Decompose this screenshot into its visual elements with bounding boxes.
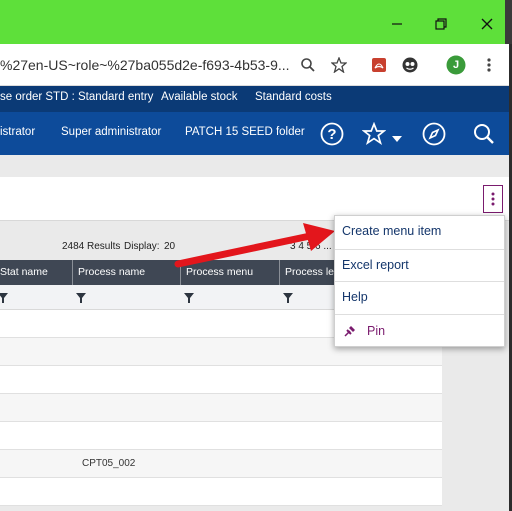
display-label: Display: bbox=[124, 241, 160, 252]
results-count: 2484 Results bbox=[62, 241, 121, 252]
nav-item-available-stock[interactable]: Available stock bbox=[161, 91, 238, 103]
help-icon[interactable]: ? bbox=[319, 121, 345, 147]
role-label[interactable]: istrator bbox=[0, 126, 35, 138]
menu-divider bbox=[335, 314, 504, 315]
extension-icon[interactable] bbox=[399, 54, 421, 76]
screen: %27en-US~role~%27ba055d2e-f693-4b53-9...… bbox=[0, 0, 512, 511]
favorites-dropdown-icon[interactable] bbox=[389, 121, 405, 147]
column-header-stat-name[interactable]: Stat name bbox=[0, 266, 48, 278]
column-header-process-name[interactable]: Process name bbox=[78, 266, 145, 278]
filter-icon[interactable] bbox=[282, 292, 294, 304]
annotation-arrow bbox=[174, 223, 335, 268]
favorites-star-icon[interactable] bbox=[361, 121, 387, 147]
nav-item-standard-costs[interactable]: Standard costs bbox=[255, 91, 332, 103]
menu-item-label: Pin bbox=[367, 324, 386, 338]
menu-item-label: Help bbox=[342, 290, 368, 304]
profile-initial: J bbox=[452, 59, 460, 71]
table-row[interactable] bbox=[0, 422, 442, 450]
kebab-icon bbox=[491, 192, 495, 206]
cell-process-name: CPT05_002 bbox=[82, 458, 136, 469]
menu-item-create-menu-item[interactable]: Create menu item bbox=[335, 216, 504, 246]
profile-avatar[interactable]: J bbox=[445, 54, 467, 76]
filter-icon[interactable] bbox=[183, 292, 195, 304]
top-nav-bar: se order STD : Standard entry Available … bbox=[0, 86, 509, 112]
menu-item-label: Excel report bbox=[342, 258, 409, 272]
filter-icon[interactable] bbox=[0, 292, 9, 304]
address-bar: %27en-US~role~%27ba055d2e-f693-4b53-9...… bbox=[0, 44, 509, 86]
menu-item-excel-report[interactable]: Excel report bbox=[335, 250, 504, 280]
actions-dropdown-menu: Create menu item Excel report Help Pin bbox=[334, 215, 505, 347]
bookmark-star-icon[interactable] bbox=[328, 54, 350, 76]
pdf-extension-icon[interactable] bbox=[368, 54, 390, 76]
window-edge bbox=[505, 0, 512, 44]
table-row[interactable] bbox=[0, 366, 442, 394]
menu-item-label: Create menu item bbox=[342, 224, 442, 238]
menu-item-help[interactable]: Help bbox=[335, 282, 504, 312]
restore-icon[interactable] bbox=[429, 14, 453, 34]
pin-icon bbox=[344, 326, 355, 337]
user-role-label[interactable]: Super administrator bbox=[61, 126, 161, 138]
table-row[interactable] bbox=[0, 478, 442, 506]
filter-icon[interactable] bbox=[75, 292, 87, 304]
table-row[interactable]: CPT05_002 bbox=[0, 450, 442, 478]
nav-item-sales-order[interactable]: se order STD : Standard entry bbox=[0, 91, 153, 103]
folder-label[interactable]: PATCH 15 SEED folder bbox=[185, 126, 305, 138]
header-bar: istrator Super administrator PATCH 15 SE… bbox=[0, 112, 509, 155]
zoom-icon[interactable] bbox=[297, 54, 319, 76]
menu-item-pin[interactable]: Pin bbox=[335, 316, 504, 346]
chrome-menu-icon[interactable] bbox=[478, 54, 500, 76]
compass-icon[interactable] bbox=[421, 121, 447, 147]
minimize-icon[interactable] bbox=[385, 14, 409, 34]
table-row[interactable] bbox=[0, 394, 442, 422]
actions-menu-button[interactable] bbox=[483, 185, 503, 213]
search-icon[interactable] bbox=[471, 121, 497, 147]
url-text[interactable]: %27en-US~role~%27ba055d2e-f693-4b53-9... bbox=[0, 57, 290, 73]
help-glyph: ? bbox=[327, 125, 337, 143]
close-icon[interactable] bbox=[475, 14, 499, 34]
browser-title-bar bbox=[0, 0, 512, 44]
